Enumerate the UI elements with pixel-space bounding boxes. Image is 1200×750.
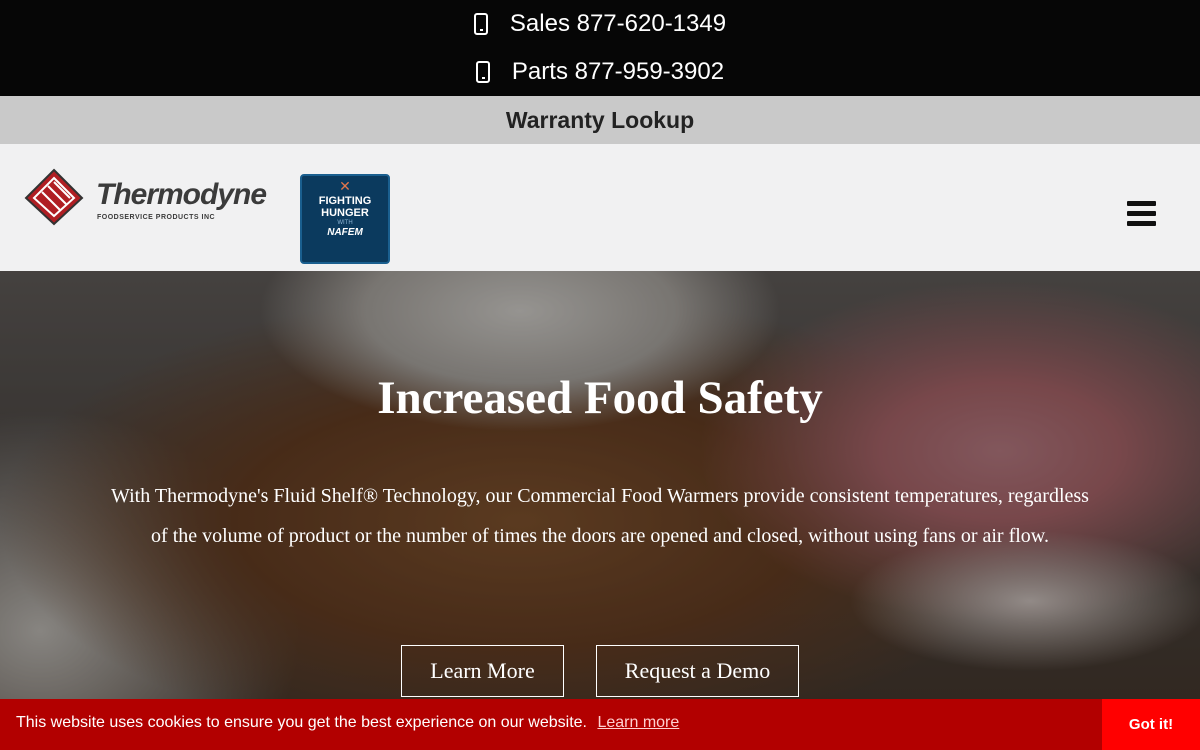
thermodyne-logo[interactable]: Thermodyne FOODSERVICE PRODUCTS INC [24, 168, 276, 226]
menu-bar [1127, 211, 1156, 216]
cookie-message: This website uses cookies to ensure you … [16, 714, 587, 731]
parts-phone-link[interactable]: Parts 877-959-3902 [0, 48, 1200, 96]
menu-bar [1127, 201, 1156, 206]
cookie-accept-button[interactable]: Got it! [1102, 699, 1200, 750]
sales-phone-text: Sales 877-620-1349 [509, 10, 727, 37]
mobile-phone-icon [475, 61, 490, 83]
badge-with: WITH [337, 220, 353, 226]
warranty-lookup-label: Warranty Lookup [505, 106, 695, 133]
hero-title: Increased Food Safety [377, 372, 823, 424]
cookie-banner: This website uses cookies to ensure you … [0, 699, 1200, 750]
hero-description: With Thermodyne's Fluid Shelf® Technolog… [111, 485, 1089, 547]
thermodyne-logo-mark [24, 168, 84, 226]
warranty-lookup-link[interactable]: Warranty Lookup [0, 96, 1200, 144]
mobile-phone-icon [473, 13, 488, 35]
logo-subtext: FOODSERVICE PRODUCTS INC [97, 214, 216, 221]
badge-line-2: HUNGER [321, 207, 369, 219]
hero-section: Increased Food Safety With Thermodyne's … [0, 271, 1200, 750]
badge-line-1: FIGHTING [318, 195, 372, 207]
logo-wordmark: Thermodyne [96, 178, 267, 211]
sales-phone-link[interactable]: Sales 877-620-1349 [0, 0, 1200, 48]
cookie-message-row: This website uses cookies to ensure you … [16, 714, 679, 732]
menu-bar [1127, 221, 1156, 226]
fighting-hunger-badge[interactable]: ✕ FIGHTING HUNGER WITH NAFEM [300, 174, 390, 264]
learn-more-button[interactable]: Learn More [401, 645, 564, 697]
parts-phone-text: Parts 877-959-3902 [511, 58, 725, 85]
fork-spoon-icon: ✕ [339, 178, 351, 194]
top-contact-bar: Sales 877-620-1349 Parts 877-959-3902 [0, 0, 1200, 96]
request-demo-button[interactable]: Request a Demo [596, 645, 799, 697]
badge-org: NAFEM [327, 227, 363, 238]
cookie-learn-more-link[interactable]: Learn more [597, 714, 679, 731]
hamburger-menu-icon[interactable] [1127, 201, 1156, 226]
